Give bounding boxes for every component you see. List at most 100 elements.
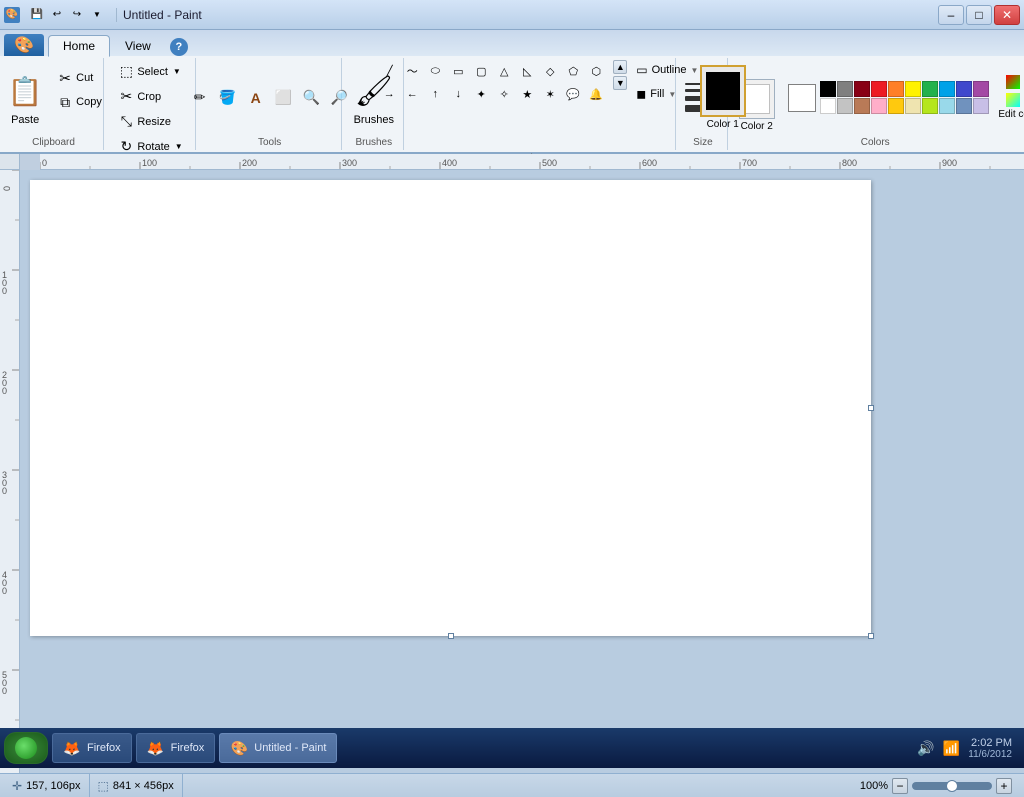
shape-4arrow[interactable]: ✦: [470, 83, 492, 105]
color-lime[interactable]: [922, 98, 938, 114]
cut-button[interactable]: ✂ Cut: [52, 67, 107, 90]
color-lavender[interactable]: [973, 98, 989, 114]
color1-selected[interactable]: [700, 65, 746, 117]
eraser-tool[interactable]: ⬜: [271, 85, 297, 111]
color-lightgray[interactable]: [837, 98, 853, 114]
minimize-button[interactable]: –: [938, 5, 964, 25]
crop-label: Crop: [137, 91, 161, 103]
zoom-out-button[interactable]: −: [892, 778, 908, 794]
resize-handle-right[interactable]: [868, 405, 874, 411]
shape-rtriangle[interactable]: ◺: [516, 60, 538, 82]
zoom-in-button[interactable]: +: [996, 778, 1012, 794]
shapes-scroll-up[interactable]: ▲: [613, 60, 627, 74]
color-pink[interactable]: [871, 98, 887, 114]
fill-tool[interactable]: 🪣: [215, 85, 241, 111]
tray-network[interactable]: 📶: [943, 740, 960, 757]
pencil-tool[interactable]: ✏: [187, 85, 213, 111]
color-brown[interactable]: [854, 98, 870, 114]
paste-button[interactable]: 📋 Paste: [0, 67, 50, 129]
shape-darrow[interactable]: ↓: [447, 83, 469, 105]
window-controls: – □ ✕: [938, 5, 1020, 25]
color-cream[interactable]: [905, 98, 921, 114]
taskbar-firefox-1[interactable]: 🦊 Firefox: [52, 733, 132, 763]
white-color-box[interactable]: [788, 84, 816, 112]
tray-volume[interactable]: 🔊: [917, 740, 934, 757]
start-button[interactable]: [4, 732, 48, 764]
taskbar-firefox-2[interactable]: 🦊 Firefox: [136, 733, 216, 763]
shape-diamond[interactable]: ◇: [539, 60, 561, 82]
shape-callout2[interactable]: 🔔: [585, 83, 607, 105]
shape-callout1[interactable]: 💬: [562, 83, 584, 105]
tab-home[interactable]: Home: [48, 35, 110, 57]
title-bar-left: 🎨 💾 ↩ ↪ ▼ Untitled - Paint: [4, 6, 202, 24]
colors-label: Colors: [861, 137, 890, 148]
dimensions-section: ⬚ 841 × 456px: [90, 774, 183, 797]
svg-text:700: 700: [742, 158, 757, 168]
shape-rect[interactable]: ▭: [447, 60, 469, 82]
color-darkred[interactable]: [854, 81, 870, 97]
color-red[interactable]: [871, 81, 887, 97]
undo-button[interactable]: ↩: [48, 6, 66, 24]
shape-star6[interactable]: ✶: [539, 83, 561, 105]
color-green[interactable]: [922, 81, 938, 97]
color-yellow[interactable]: [905, 81, 921, 97]
shape-curve[interactable]: 〜: [401, 60, 423, 82]
color-gold[interactable]: [888, 98, 904, 114]
eyedropper-tool[interactable]: 🔍: [299, 85, 325, 111]
close-button[interactable]: ✕: [994, 5, 1020, 25]
title-bar: 🎨 💾 ↩ ↪ ▼ Untitled - Paint – □ ✕: [0, 0, 1024, 30]
color-gray50[interactable]: [837, 81, 853, 97]
clipboard-label: Clipboard: [32, 137, 75, 148]
help-button[interactable]: ?: [170, 38, 188, 56]
ruler-ticks-v: 0 1 0 0 2 0 0 3 0 0 4 0 0 5 0 0: [0, 170, 20, 770]
content-row: 0 1 0 0 2 0 0 3 0 0 4 0 0 5 0 0: [0, 170, 1024, 773]
shape-roundrect[interactable]: ▢: [470, 60, 492, 82]
color-white[interactable]: [820, 98, 836, 114]
restore-button[interactable]: □: [966, 5, 992, 25]
firefox-label-2: Firefox: [171, 742, 205, 754]
shape-pentagon[interactable]: ⬠: [562, 60, 584, 82]
scroll-content[interactable]: [20, 170, 1024, 773]
ribbon-tabs: 🎨 Home View ?: [0, 30, 1024, 56]
select-button[interactable]: ⬚ Select ▼: [113, 60, 187, 83]
shape-triangle[interactable]: △: [493, 60, 515, 82]
redo-button[interactable]: ↪: [68, 6, 86, 24]
resize-handle-corner[interactable]: [868, 633, 874, 639]
color2-swatch: [744, 84, 770, 114]
shape-uarrow[interactable]: ↑: [424, 83, 446, 105]
copy-button[interactable]: ⧉ Copy: [52, 91, 107, 114]
crop-button[interactable]: ✂ Crop: [113, 85, 187, 108]
resize-handle-bottom[interactable]: [448, 633, 454, 639]
drawing-canvas[interactable]: [30, 180, 871, 636]
tools-row1: ✏ 🪣 A: [187, 85, 269, 111]
color-blue[interactable]: [939, 81, 955, 97]
taskbar-paint[interactable]: 🎨 Untitled - Paint: [219, 733, 337, 763]
color-indigo[interactable]: [956, 81, 972, 97]
shape-rarrow[interactable]: →: [378, 83, 400, 105]
shapes-scroll-down[interactable]: ▼: [613, 76, 627, 90]
shape-oval[interactable]: ⬭: [424, 60, 446, 82]
color-orange[interactable]: [888, 81, 904, 97]
qa-dropdown[interactable]: ▼: [88, 6, 106, 24]
shape-larrow[interactable]: ←: [401, 83, 423, 105]
paste-icon: 📋: [7, 70, 43, 114]
color-skyblue[interactable]: [939, 98, 955, 114]
paint-menu-button[interactable]: 🎨: [4, 34, 44, 56]
text-tool[interactable]: A: [243, 85, 269, 111]
color-steelblue[interactable]: [956, 98, 972, 114]
shape-star5[interactable]: ★: [516, 83, 538, 105]
color-black[interactable]: [820, 81, 836, 97]
ruler-corner: [0, 154, 20, 170]
save-button[interactable]: 💾: [28, 6, 46, 24]
shape-hexagon[interactable]: ⬡: [585, 60, 607, 82]
shape-star4[interactable]: ✧: [493, 83, 515, 105]
color-purple[interactable]: [973, 81, 989, 97]
svg-text:0: 0: [2, 586, 7, 596]
tab-view[interactable]: View: [110, 34, 166, 56]
zoom-controls: 100% − +: [860, 778, 1020, 794]
edit-colors-button[interactable]: Edit colors: [993, 71, 1024, 124]
shape-line[interactable]: ╱: [378, 60, 400, 82]
resize-button[interactable]: ⤡ Resize: [113, 110, 187, 133]
dimensions-icon: ⬚: [98, 779, 109, 793]
zoom-slider[interactable]: [912, 782, 992, 790]
